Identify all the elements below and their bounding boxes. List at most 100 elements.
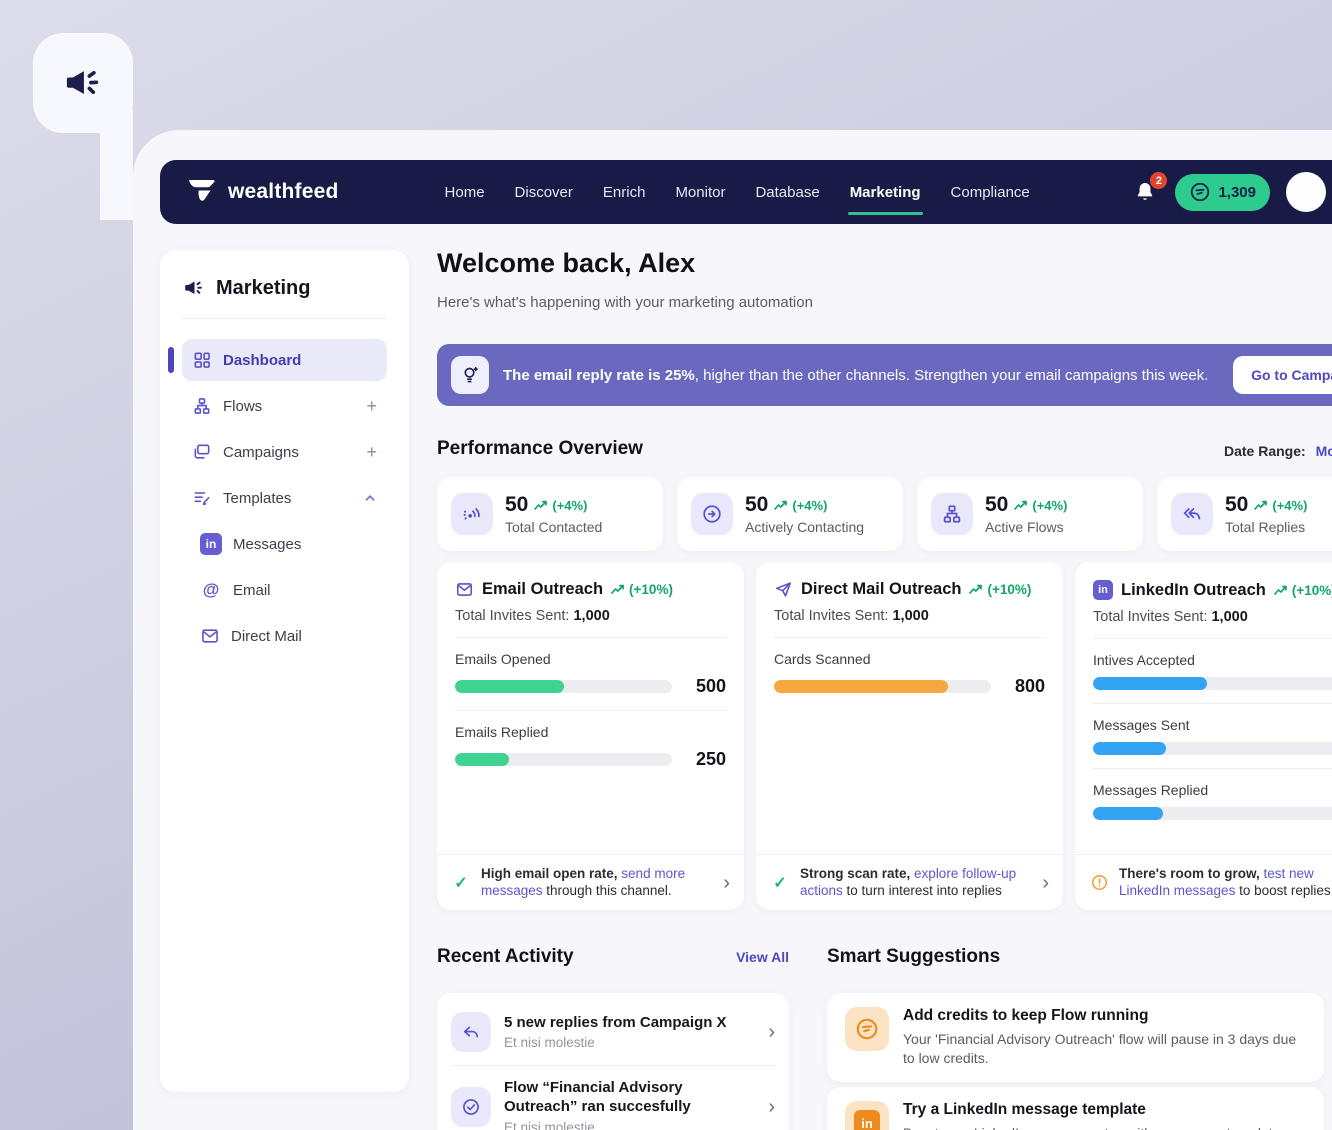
activity-item[interactable]: Flow “Financial Advisory Outreach” ran s… [451, 1066, 775, 1130]
linkedin-icon: in [200, 533, 222, 555]
nav-item-marketing[interactable]: Marketing [850, 184, 921, 201]
recent-activity-header: Recent Activity View All [437, 946, 789, 968]
suggestion-text: Your 'Financial Advisory Outreach' flow … [903, 1030, 1306, 1068]
view-all-link[interactable]: View All [736, 949, 789, 965]
date-range[interactable]: Date Range: Month [1224, 443, 1332, 459]
progress-row [1093, 677, 1332, 690]
stat-label: Actively Contacting [745, 519, 864, 535]
nav-item-discover[interactable]: Discover [515, 184, 573, 201]
progress-row: 250 [455, 749, 726, 770]
progress-row [1093, 807, 1332, 820]
date-range-label: Date Range: [1224, 443, 1306, 459]
user-avatar[interactable] [1286, 172, 1326, 212]
marketing-dashboard: wealthfeed Home Discover Enrich Monitor … [0, 0, 1332, 1130]
stat-body: 50 (+4%) Total Replies [1225, 493, 1307, 535]
banner-text: The email reply rate is 25%, higher than… [503, 367, 1208, 384]
chevron-right-icon[interactable]: › [1042, 873, 1049, 893]
stat-label: Total Contacted [505, 519, 602, 535]
nav-item-home[interactable]: Home [445, 184, 485, 201]
date-range-value[interactable]: Month [1316, 443, 1332, 459]
add-campaign-button[interactable]: + [366, 443, 377, 461]
invites-label: Total Invites Sent: [774, 608, 888, 624]
footer-bold: High email open rate, [481, 866, 618, 881]
activity-item[interactable]: 5 new replies from Campaign X Et nisi mo… [451, 999, 775, 1065]
divider [774, 637, 1045, 638]
smart-suggestions-title: Smart Suggestions [827, 946, 1000, 967]
nav-item-database[interactable]: Database [755, 184, 819, 201]
check-icon: ✓ [770, 873, 790, 893]
progress-fill [1093, 742, 1166, 755]
footer-rest: through this channel. [546, 883, 671, 898]
coin-icon [1189, 181, 1211, 203]
wealthfeed-logo[interactable]: wealthfeed [186, 179, 339, 205]
trend-up-icon: (+4%) [1014, 498, 1067, 513]
footer-bold: There's room to grow, [1119, 866, 1260, 881]
sidebar-item-messages[interactable]: in Messages [182, 523, 387, 565]
suggestion-card-credits[interactable]: Add credits to keep Flow running Your 'F… [827, 993, 1324, 1082]
megaphone-icon [61, 61, 105, 105]
stat-trend: (+4%) [1032, 498, 1067, 513]
sidebar-item-campaigns[interactable]: Campaigns + [182, 431, 387, 473]
sidebar-item-flows[interactable]: Flows + [182, 385, 387, 427]
sidebar-item-label: Campaigns [223, 444, 299, 461]
stat-card-total-contacted: 50 (+4%) Total Contacted [437, 477, 663, 551]
nav-right-cluster: 2 1,309 [1133, 172, 1326, 212]
metric-label: Emails Opened [455, 651, 726, 667]
go-to-campaigns-button[interactable]: Go to Campaigns [1233, 356, 1332, 394]
stat-value: 50 [1225, 493, 1248, 517]
channel-footer[interactable]: There's room to grow, test new LinkedIn … [1075, 854, 1332, 910]
sidebar-item-email[interactable]: @ Email [182, 569, 387, 611]
chevron-right-icon[interactable]: › [768, 1097, 775, 1117]
warning-circle-icon [1089, 873, 1109, 892]
activity-subtitle: Et nisi molestie [504, 1120, 755, 1130]
sidebar-item-dashboard[interactable]: Dashboard [182, 339, 387, 381]
credits-pill[interactable]: 1,309 [1175, 174, 1270, 211]
linkedin-icon: in [845, 1101, 889, 1130]
stat-trend: (+4%) [1272, 498, 1307, 513]
invites-label: Total Invites Sent: [1093, 609, 1207, 625]
metric-label: Cards Scanned [774, 651, 1045, 667]
channel-footer[interactable]: ✓ High email open rate, send more messag… [437, 854, 744, 910]
lightbulb-icon [451, 356, 489, 394]
divider [1093, 703, 1332, 704]
channel-title: LinkedIn Outreach [1121, 581, 1266, 600]
collapse-templates-chevron[interactable] [363, 491, 377, 505]
suggestion-body: Add credits to keep Flow running Your 'F… [903, 1007, 1306, 1068]
nav-item-monitor[interactable]: Monitor [675, 184, 725, 201]
arrow-circle-icon [691, 493, 733, 535]
recent-activity-title: Recent Activity [437, 946, 574, 968]
suggestion-card-linkedin[interactable]: in Try a LinkedIn message template Boost… [827, 1087, 1324, 1130]
nav-item-compliance[interactable]: Compliance [951, 184, 1030, 201]
campaigns-icon [192, 442, 212, 462]
sidebar-item-direct-mail[interactable]: Direct Mail [182, 615, 387, 657]
progress-track [774, 680, 991, 693]
reply-icon [451, 1012, 491, 1052]
credits-value: 1,309 [1218, 184, 1256, 201]
top-navbar: wealthfeed Home Discover Enrich Monitor … [160, 160, 1332, 224]
stat-body: 50 (+4%) Active Flows [985, 493, 1067, 535]
channel-trend: (+10%) [629, 582, 673, 597]
stat-body: 50 (+4%) Actively Contacting [745, 493, 864, 535]
sidebar-item-templates[interactable]: Templates [182, 477, 387, 519]
sidebar-divider [182, 318, 387, 319]
sidebar-item-label: Flows [223, 398, 262, 415]
trend-up-icon: (+10%) [1274, 583, 1332, 598]
smart-suggestions-header: Smart Suggestions [827, 946, 1000, 968]
stat-label: Active Flows [985, 519, 1067, 535]
broadcast-icon [451, 493, 493, 535]
banner-text-bold: The email reply rate is 25% [503, 367, 695, 384]
divider [1093, 768, 1332, 769]
channel-footer[interactable]: ✓ Strong scan rate, explore follow-up ac… [756, 854, 1063, 910]
add-flow-button[interactable]: + [366, 397, 377, 415]
chevron-right-icon[interactable]: › [723, 873, 730, 893]
chevron-right-icon[interactable]: › [768, 1022, 775, 1042]
trend-up-icon: (+10%) [611, 582, 673, 597]
progress-row [1093, 742, 1332, 755]
stat-card-active-flows: 50 (+4%) Active Flows [917, 477, 1143, 551]
insight-banner: The email reply rate is 25%, higher than… [437, 344, 1332, 406]
notifications-button[interactable]: 2 [1133, 179, 1159, 205]
nav-item-enrich[interactable]: Enrich [603, 184, 646, 201]
footer-bold: Strong scan rate, [800, 866, 910, 881]
flows-icon [931, 493, 973, 535]
sidebar-title-row: Marketing [182, 276, 387, 300]
